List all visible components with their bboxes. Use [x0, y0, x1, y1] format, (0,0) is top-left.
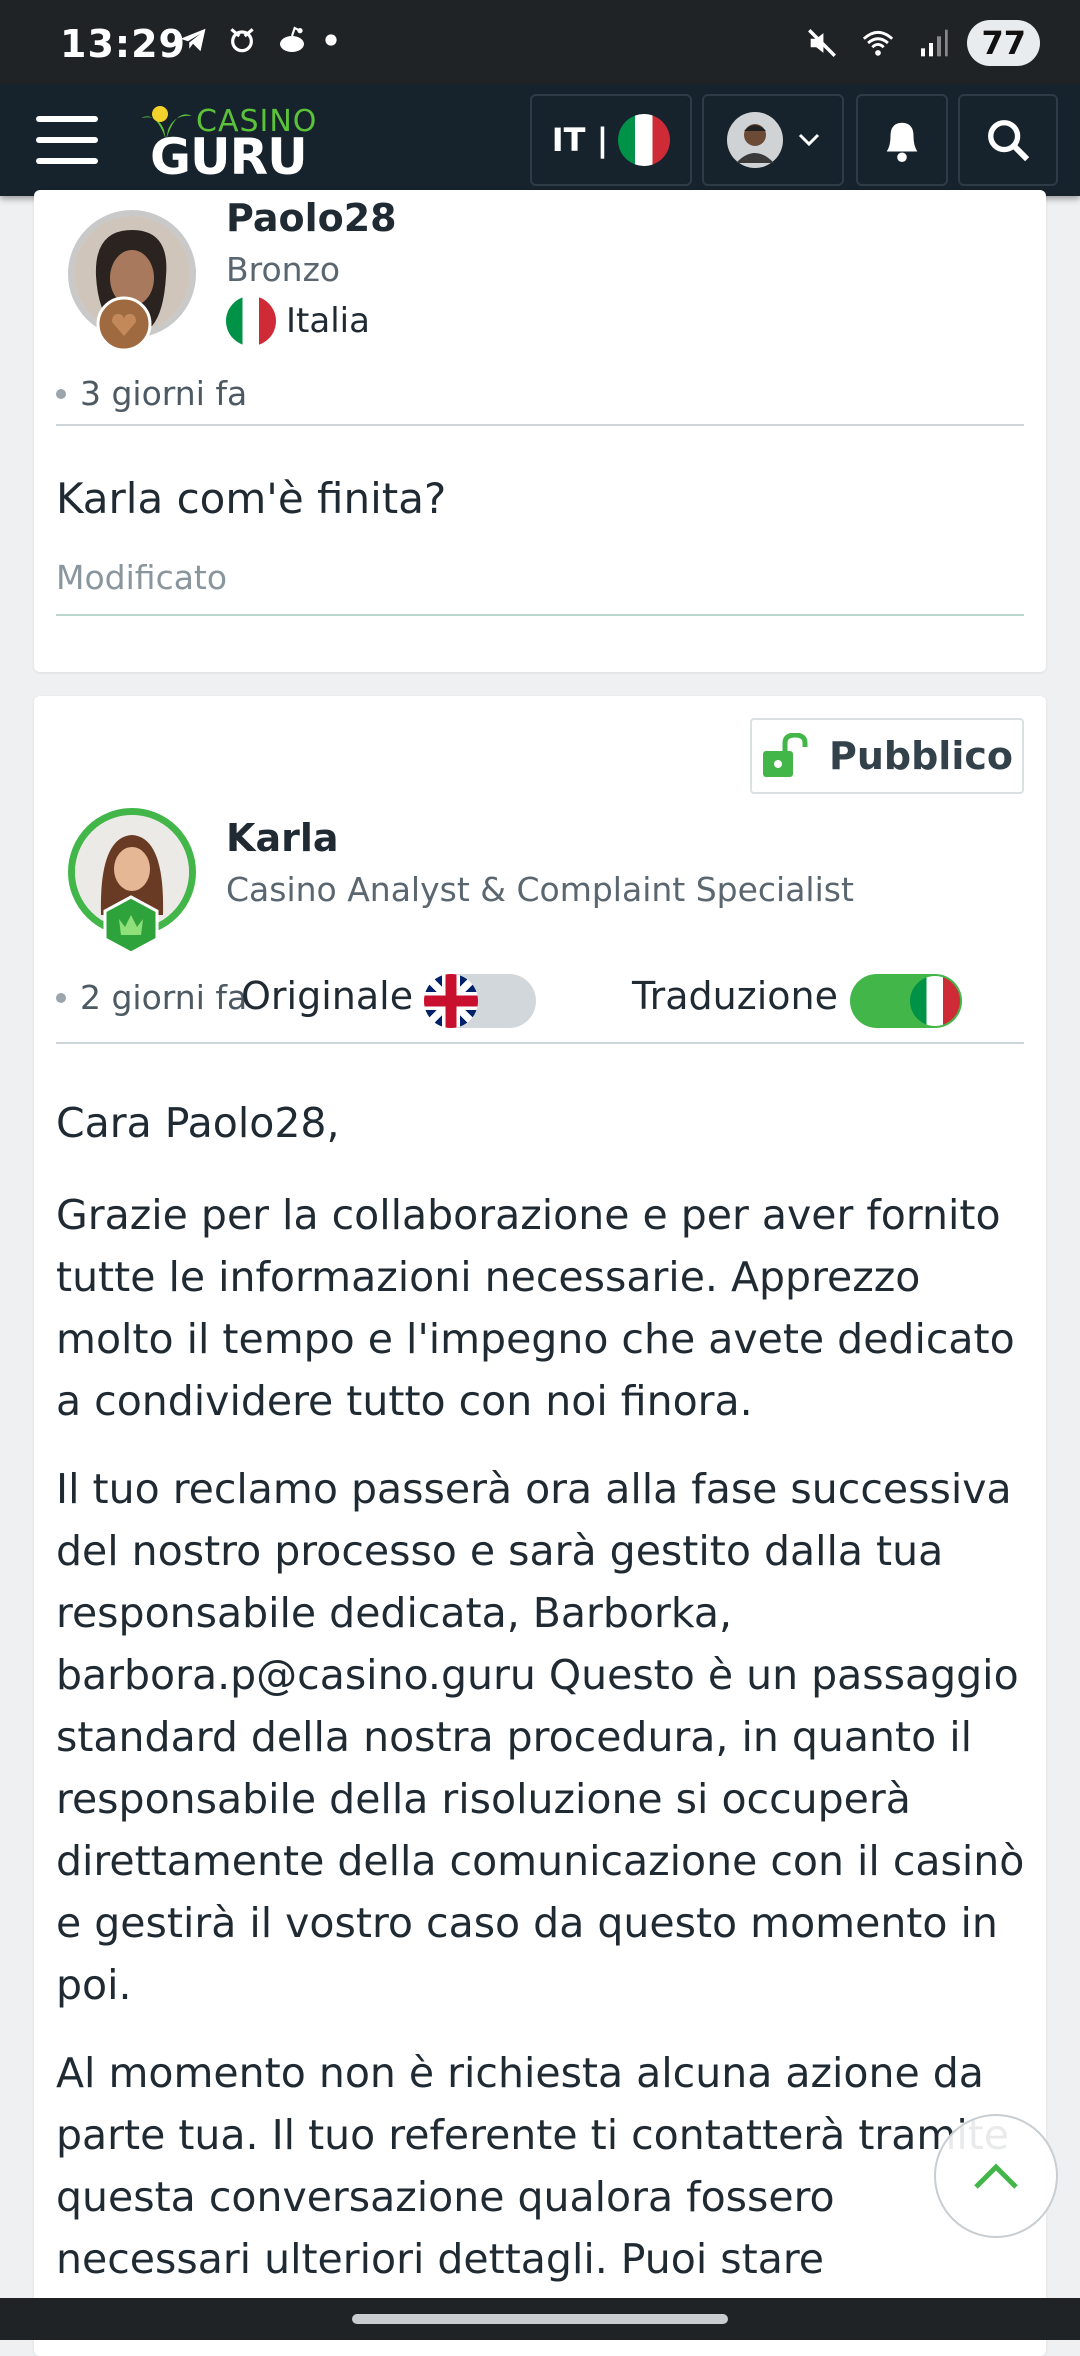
original-language-toggle[interactable]: [424, 974, 536, 1028]
public-visibility-button[interactable]: Pubblico: [750, 718, 1024, 794]
visibility-label: Pubblico: [829, 734, 1013, 778]
original-label: Originale: [241, 974, 414, 1018]
comment-card-paolo28: Paolo28 Bronzo Italia 3 giorni fa Karla …: [34, 190, 1046, 672]
telegram-icon: [180, 28, 206, 52]
country-name: Italia: [286, 301, 370, 341]
emerald-badge-icon: [103, 895, 159, 955]
post-time: 3 giorni fa: [56, 374, 247, 413]
paolo28-avatar[interactable]: [68, 210, 196, 352]
search-button[interactable]: [958, 94, 1058, 186]
comment-text: Karla com'è finita?: [56, 474, 447, 523]
chevron-up-icon: [974, 2163, 1018, 2189]
divider: [56, 1042, 1024, 1044]
message-paragraph: Al momento non è richiesta alcuna azione…: [56, 2049, 1010, 2283]
message-paragraph: Grazie per la collaborazione e per aver …: [56, 1191, 1015, 1425]
message-paragraph: Cara Paolo28,: [56, 1099, 340, 1147]
translation-label: Traduzione: [632, 974, 838, 1018]
user-avatar: [727, 112, 783, 168]
casino-guru-logo[interactable]: CASINO GURU: [136, 100, 336, 186]
edited-label: Modificato: [56, 558, 228, 597]
comment-card-karla: Pubblico Karla Casino Analyst & Complain…: [34, 696, 1046, 2356]
chevron-down-icon: [798, 133, 820, 147]
status-bar: 13:29 77: [0, 0, 1080, 84]
divider: [56, 614, 1024, 616]
more-notifications-dot-icon: [325, 34, 337, 46]
uk-flag-icon: [424, 974, 478, 1028]
italy-flag-icon: [618, 114, 671, 166]
translation-toggle[interactable]: [850, 974, 962, 1028]
divider: [56, 424, 1024, 426]
notifications-button[interactable]: [856, 94, 948, 186]
author-name[interactable]: Paolo28: [226, 196, 397, 240]
bronze-badge-icon: [96, 296, 152, 352]
author-role: Casino Analyst & Complaint Specialist: [226, 870, 854, 909]
scroll-to-top-button[interactable]: [934, 2114, 1058, 2238]
author-name[interactable]: Karla: [226, 816, 339, 860]
battery-indicator: 77: [967, 20, 1040, 66]
mute-icon: [808, 29, 837, 57]
top-navigation: CASINO GURU IT |: [0, 84, 1080, 196]
app-notification-icon: [230, 28, 254, 53]
message-paragraph: Il tuo reclamo passerà ora alla fase suc…: [56, 1465, 1025, 2009]
signal-icon: [921, 29, 949, 57]
language-code: IT |: [551, 121, 609, 159]
logo-text-guru: GURU: [150, 128, 308, 186]
status-time: 13:29: [60, 22, 186, 66]
menu-icon[interactable]: [36, 116, 98, 164]
language-selector[interactable]: IT |: [530, 94, 692, 186]
system-navigation-bar: [0, 2298, 1080, 2340]
italy-flag-icon: [226, 296, 276, 346]
post-time: 2 giorni fa: [56, 978, 247, 1017]
author-country: Italia: [226, 296, 370, 346]
bell-icon: [886, 122, 918, 163]
author-rank: Bronzo: [226, 250, 341, 289]
unlocked-padlock-icon: [763, 733, 808, 777]
reddit-icon: [280, 26, 304, 52]
karla-avatar[interactable]: [68, 808, 196, 955]
user-menu[interactable]: [702, 94, 844, 186]
wifi-icon: [863, 30, 894, 56]
italy-flag-icon: [910, 976, 960, 1026]
search-icon: [988, 120, 1030, 162]
home-indicator[interactable]: [352, 2314, 728, 2324]
